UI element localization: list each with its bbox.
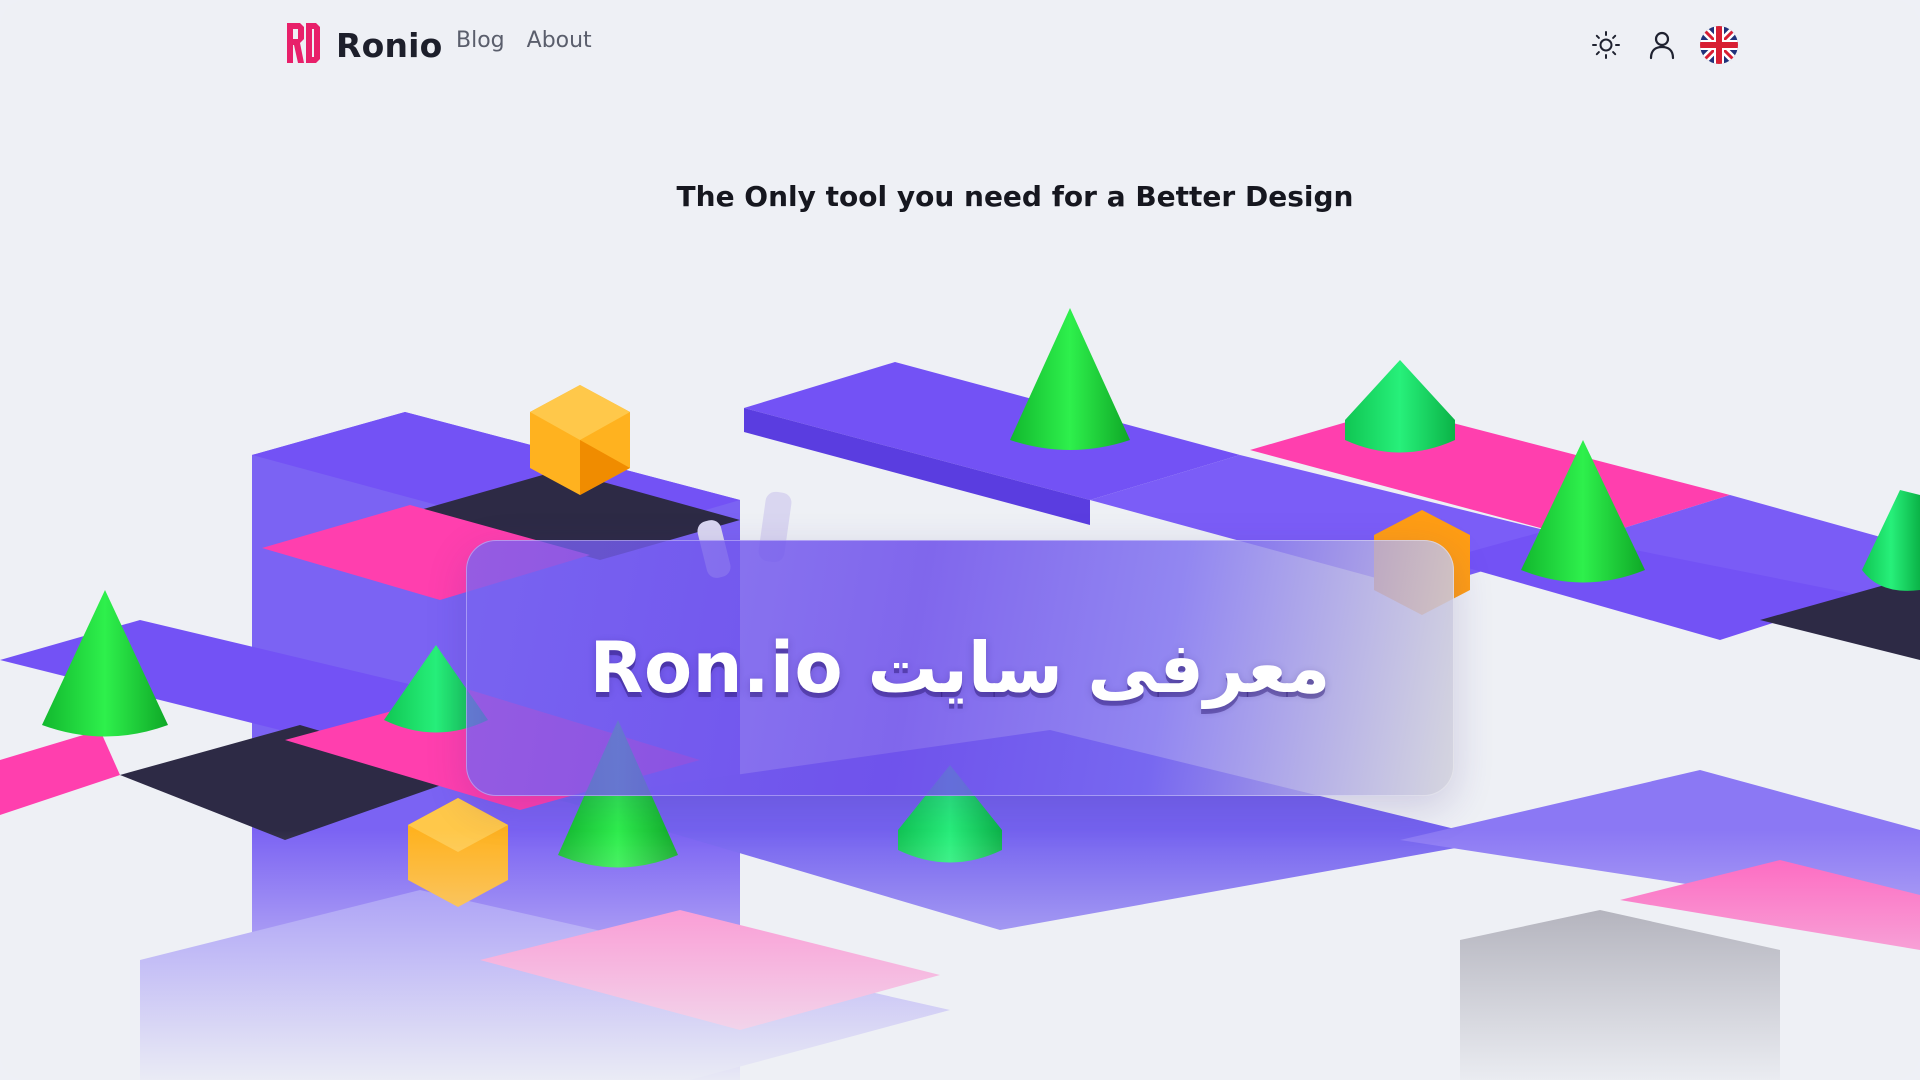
nav-link-about[interactable]: About — [527, 28, 592, 53]
main-nav: Blog About — [456, 28, 592, 53]
top-navbar: Ronio Blog About — [0, 0, 1920, 92]
uk-flag-icon[interactable] — [1698, 24, 1740, 66]
header-actions — [1586, 24, 1740, 66]
ronio-logo-icon — [284, 19, 322, 71]
page-frame: Ronio Blog About The Only tool you need … — [0, 0, 1920, 1080]
hero-tagline: The Only tool you need for a Better Desi… — [676, 180, 1354, 213]
sun-icon[interactable] — [1586, 25, 1626, 65]
user-icon[interactable] — [1642, 25, 1682, 65]
brand[interactable]: Ronio — [284, 20, 443, 70]
nav-link-blog[interactable]: Blog — [456, 28, 505, 53]
video-title-banner[interactable]: معرفی سایت Ron.io — [466, 540, 1454, 796]
brand-name: Ronio — [336, 25, 443, 65]
banner-title: معرفی سایت Ron.io — [589, 627, 1331, 709]
